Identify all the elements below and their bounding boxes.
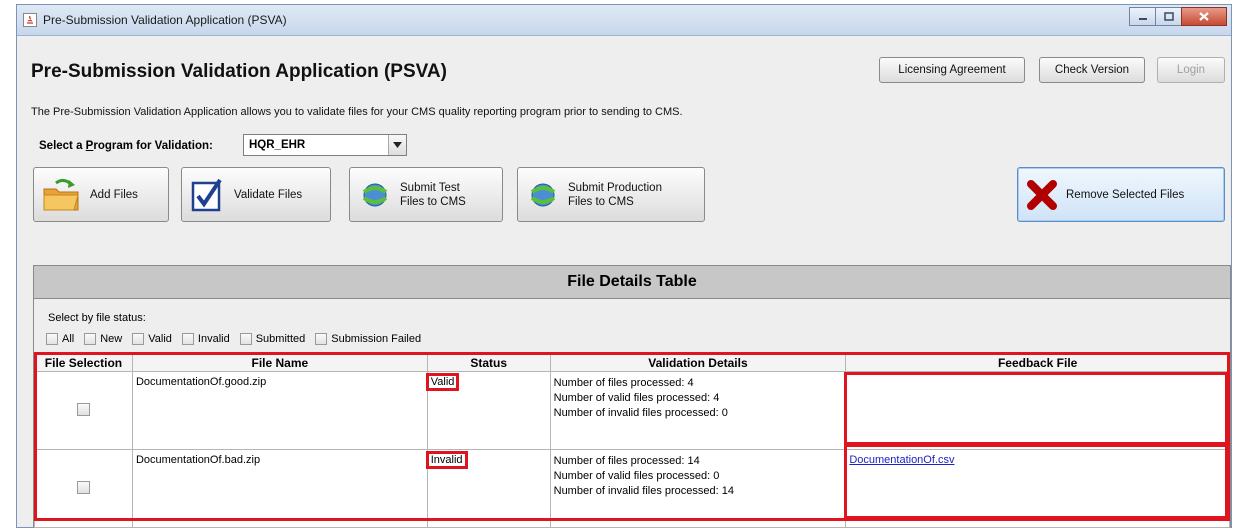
add-files-label: Add Files [90,188,138,201]
file-details-table: File Selection File Name Status Validati… [34,353,1230,528]
details-files-processed: Number of files processed: 4 [553,377,694,389]
filter-invalid-label: Invalid [197,333,230,345]
status-filters: All New Valid Invalid Submitted Submissi… [42,333,427,345]
filter-new[interactable]: New [80,333,122,345]
validation-details-cell: Number of files processed: 4 Number of v… [549,371,847,450]
file-details-panel: File Details Table Select by file status… [33,265,1231,528]
column-header-file-selection[interactable]: File Selection [34,353,133,372]
validate-files-button[interactable]: Validate Files [181,167,331,222]
validation-details-cell: Number of files processed: 14 Number of … [549,449,847,528]
table-row[interactable]: DocumentationOf.good.zip Valid Number of… [34,371,1230,450]
login-button[interactable]: Login [1157,57,1225,83]
submit-production-files-button[interactable]: Submit Production Files to CMS [517,167,705,222]
file-name-cell: DocumentationOf.bad.zip [131,449,428,528]
sync-globe-icon [358,180,392,210]
column-header-status[interactable]: Status [426,353,551,372]
submit-production-label-line2: Files to CMS [568,195,634,208]
filter-all-checkbox[interactable] [46,333,58,345]
status-badge: Valid [425,373,460,391]
filter-submitted-label: Submitted [255,333,306,345]
filter-all-label: All [62,333,75,345]
submit-test-files-button[interactable]: Submit Test Files to CMS [349,167,503,222]
window-controls [1129,7,1227,26]
close-icon[interactable] [1181,7,1227,26]
maximize-icon[interactable] [1155,7,1182,26]
details-invalid-processed: Number of invalid files processed: 0 [553,407,728,419]
add-files-button[interactable]: Add Files [33,167,169,222]
row-select-checkbox[interactable] [76,402,90,416]
filter-submitted-checkbox[interactable] [239,333,252,345]
filter-all[interactable]: All [42,333,74,345]
submit-production-label-line1: Submit Production [568,181,662,194]
filter-submission-failed-label: Submission Failed [331,333,422,345]
table-row[interactable]: DocumentationOf.bad.zip Invalid Number o… [34,449,1230,528]
window-title: Pre-Submission Validation Application (P… [43,13,287,27]
title-bar: Pre-Submission Validation Application (P… [17,5,1231,36]
remove-selected-label: Remove Selected Files [1066,188,1185,201]
filter-valid-checkbox[interactable] [132,333,145,345]
file-name-cell: DocumentationOf.good.zip [131,371,428,450]
table-header-row: File Selection File Name Status Validati… [34,353,1230,372]
filter-invalid[interactable]: Invalid [178,333,230,345]
submit-production-label: Submit Production Files to CMS [568,181,662,209]
checkbox-check-icon [190,177,226,213]
filter-invalid-checkbox[interactable] [181,333,194,345]
validate-files-label: Validate Files [234,188,303,201]
feedback-file-cell [845,371,1230,450]
program-label-pre: Select a [39,140,86,152]
page-title: Pre-Submission Validation Application (P… [31,61,447,82]
program-select[interactable]: HQR_EHR [243,134,407,156]
filter-new-label: New [100,333,123,345]
row-select-cell [34,371,133,450]
filter-valid[interactable]: Valid [128,333,172,345]
filter-submission-failed[interactable]: Submission Failed [311,333,421,345]
licensing-agreement-button[interactable]: Licensing Agreement [879,57,1025,83]
chevron-down-icon[interactable] [388,135,406,155]
check-version-button[interactable]: Check Version [1039,57,1145,83]
table-title: File Details Table [34,266,1230,299]
feedback-file-link[interactable]: DocumentationOf.csv [849,454,954,466]
program-label-post: rogram for Validation: [93,140,213,152]
folder-add-icon [42,177,82,213]
details-invalid-processed: Number of invalid files processed: 14 [553,485,734,497]
java-app-icon [23,13,37,27]
details-valid-processed: Number of valid files processed: 4 [553,392,720,404]
status-badge: Invalid [425,451,468,469]
red-x-icon [1026,179,1058,210]
program-select-value: HQR_EHR [249,139,306,151]
details-files-processed: Number of files processed: 14 [553,455,700,467]
feedback-file-cell: DocumentationOf.csv [845,449,1230,528]
filter-submitted[interactable]: Submitted [236,333,306,345]
main-content: Pre-Submission Validation Application (P… [17,36,1231,528]
submit-test-label: Submit Test Files to CMS [400,181,466,209]
filter-label: Select by file status: [48,312,146,324]
filter-new-checkbox[interactable] [84,333,97,345]
column-header-file-name[interactable]: File Name [131,353,428,372]
remove-selected-files-button[interactable]: Remove Selected Files [1017,167,1225,222]
status-cell: Invalid [425,449,551,528]
details-valid-processed: Number of valid files processed: 0 [553,470,720,482]
column-header-feedback-file[interactable]: Feedback File [845,353,1230,372]
sync-globe-icon [526,180,560,210]
row-select-checkbox[interactable] [76,480,90,494]
status-cell: Valid [425,371,551,450]
filter-valid-label: Valid [148,333,172,345]
column-header-validation-details[interactable]: Validation Details [549,353,847,372]
filter-submission-failed-checkbox[interactable] [315,333,328,345]
row-select-cell [34,449,133,528]
program-label: Select a Program for Validation: [39,140,213,152]
submit-test-label-line1: Submit Test [400,181,460,194]
minimize-icon[interactable] [1129,7,1156,26]
submit-test-label-line2: Files to CMS [400,195,466,208]
app-description: The Pre-Submission Validation Applicatio… [31,106,683,118]
app-window: Pre-Submission Validation Application (P… [16,4,1232,528]
